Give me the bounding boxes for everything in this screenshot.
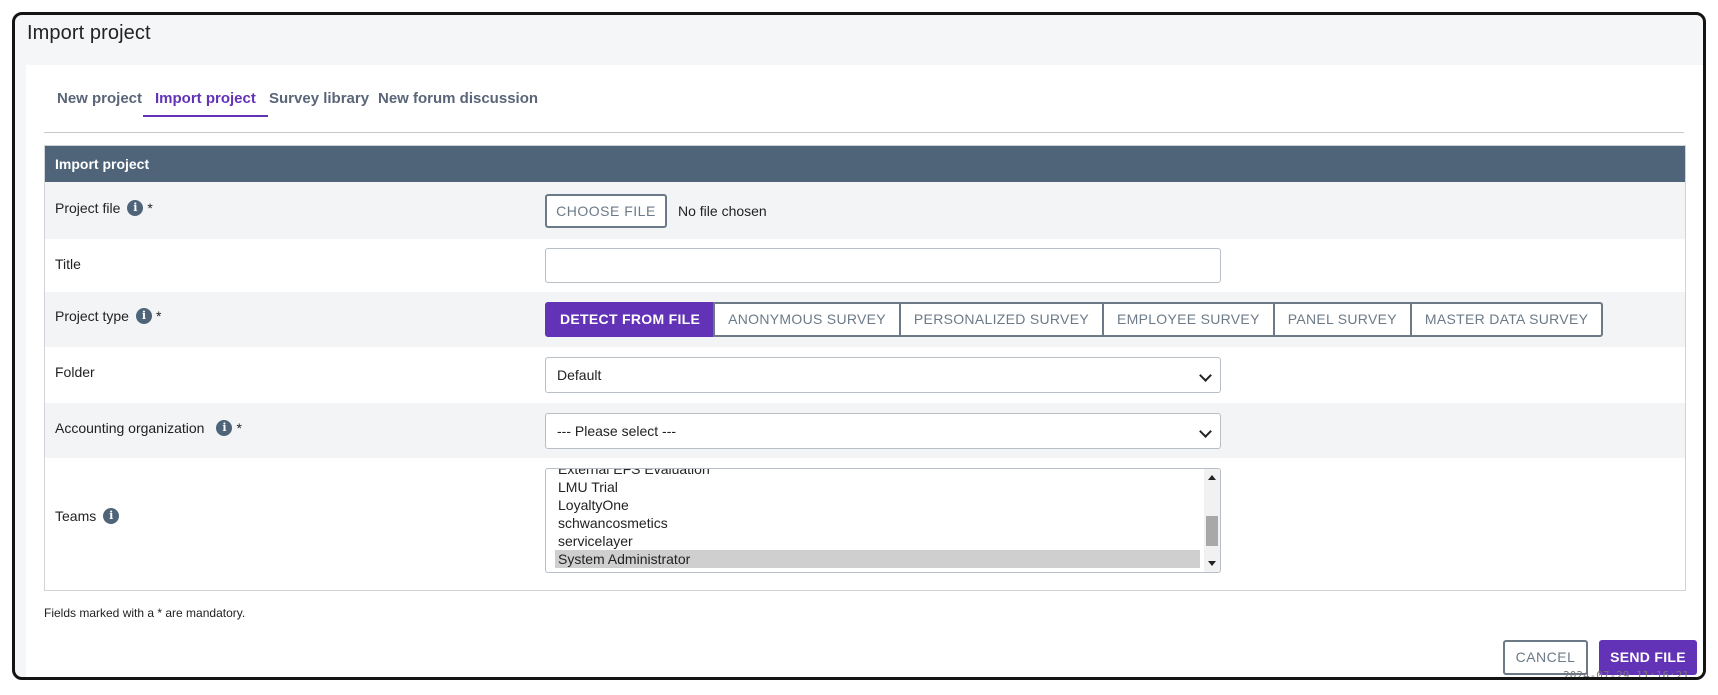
main-card: New project Import project Survey librar… bbox=[26, 65, 1703, 677]
type-panel-survey-button[interactable]: PANEL SURVEY bbox=[1272, 302, 1412, 337]
row-accounting-organization: Accounting organization i * --- Please s… bbox=[45, 403, 1685, 458]
required-mark: * bbox=[236, 420, 242, 436]
list-item[interactable]: servicelayer bbox=[555, 532, 1200, 550]
panel-header: Import project bbox=[45, 146, 1685, 182]
tab-divider bbox=[44, 132, 1684, 133]
info-icon[interactable]: i bbox=[135, 308, 152, 324]
required-mark: * bbox=[155, 308, 162, 324]
chevron-down-icon bbox=[1199, 369, 1212, 382]
accounting-organization-select-value: --- Please select --- bbox=[557, 423, 677, 439]
info-icon[interactable]: i bbox=[216, 420, 233, 436]
type-anonymous-survey-button[interactable]: ANONYMOUS SURVEY bbox=[713, 302, 901, 337]
tab-import-project[interactable]: Import project bbox=[143, 81, 268, 117]
app-window: Import project New project Import projec… bbox=[12, 12, 1706, 680]
type-employee-survey-button[interactable]: EMPLOYEE SURVEY bbox=[1101, 302, 1275, 337]
accounting-organization-select[interactable]: --- Please select --- bbox=[545, 413, 1221, 449]
project-file-label-group: Project file i * bbox=[55, 200, 153, 216]
type-detect-from-file-button[interactable]: DETECT FROM FILE bbox=[545, 302, 716, 337]
required-mark: * bbox=[147, 200, 153, 216]
type-master-data-survey-button[interactable]: MASTER DATA SURVEY bbox=[1409, 302, 1604, 337]
title-label: Title bbox=[55, 256, 81, 272]
list-item[interactable]: External EFS Evaluation bbox=[555, 469, 1200, 478]
teams-list: External EFS Evaluation LMU Trial Loyalt… bbox=[555, 469, 1200, 568]
import-panel: Import project Project file i * CHOOSE F… bbox=[44, 145, 1686, 591]
project-type-selector: DETECT FROM FILE ANONYMOUS SURVEY PERSON… bbox=[545, 302, 1604, 337]
project-type-label-group: Project type i * bbox=[55, 308, 161, 324]
mandatory-footnote: Fields marked with a * are mandatory. bbox=[44, 606, 246, 620]
list-item[interactable]: schwancosmetics bbox=[555, 514, 1200, 532]
project-file-label: Project file bbox=[55, 200, 121, 216]
scrollbar-thumb[interactable] bbox=[1206, 516, 1218, 546]
row-teams: Teams i External EFS Evaluation LMU Tria… bbox=[45, 458, 1685, 590]
row-folder: Folder Default bbox=[45, 347, 1685, 403]
list-item[interactable]: LoyaltyOne bbox=[555, 496, 1200, 514]
row-project-file: Project file i * CHOOSE FILE No file cho… bbox=[45, 182, 1685, 239]
teams-label-group: Teams i bbox=[55, 508, 120, 524]
scroll-down-icon[interactable] bbox=[1208, 561, 1216, 566]
list-item[interactable]: LMU Trial bbox=[555, 478, 1200, 496]
info-icon[interactable]: i bbox=[103, 508, 120, 524]
teams-label: Teams bbox=[55, 508, 97, 524]
tab-new-forum-discussion[interactable]: New forum discussion bbox=[366, 81, 550, 117]
project-type-label: Project type bbox=[55, 308, 129, 324]
title-input[interactable] bbox=[545, 248, 1221, 283]
row-title: Title bbox=[45, 239, 1685, 292]
row-project-type: Project type i * DETECT FROM FILE ANONYM… bbox=[45, 292, 1685, 347]
accounting-organization-label-group: Accounting organization i * bbox=[55, 420, 242, 436]
teams-listbox[interactable]: External EFS Evaluation LMU Trial Loyalt… bbox=[545, 468, 1221, 573]
tab-survey-library[interactable]: Survey library bbox=[257, 81, 381, 117]
teams-scrollbar[interactable] bbox=[1204, 469, 1220, 572]
folder-select-value: Default bbox=[557, 367, 602, 383]
folder-label: Folder bbox=[55, 364, 95, 380]
type-personalized-survey-button[interactable]: PERSONALIZED SURVEY bbox=[898, 302, 1104, 337]
scroll-up-icon[interactable] bbox=[1208, 475, 1216, 480]
timestamp: 2024-07-29 11:16:21 bbox=[1563, 669, 1689, 680]
choose-file-button[interactable]: CHOOSE FILE bbox=[545, 194, 667, 228]
chevron-down-icon bbox=[1199, 425, 1212, 438]
window-title: Import project bbox=[27, 22, 151, 44]
folder-select[interactable]: Default bbox=[545, 357, 1221, 393]
file-status: No file chosen bbox=[678, 203, 767, 219]
tab-new-project[interactable]: New project bbox=[45, 81, 154, 117]
accounting-organization-label: Accounting organization bbox=[55, 420, 205, 436]
info-icon[interactable]: i bbox=[127, 200, 144, 216]
list-item[interactable]: System Administrator bbox=[555, 550, 1200, 568]
